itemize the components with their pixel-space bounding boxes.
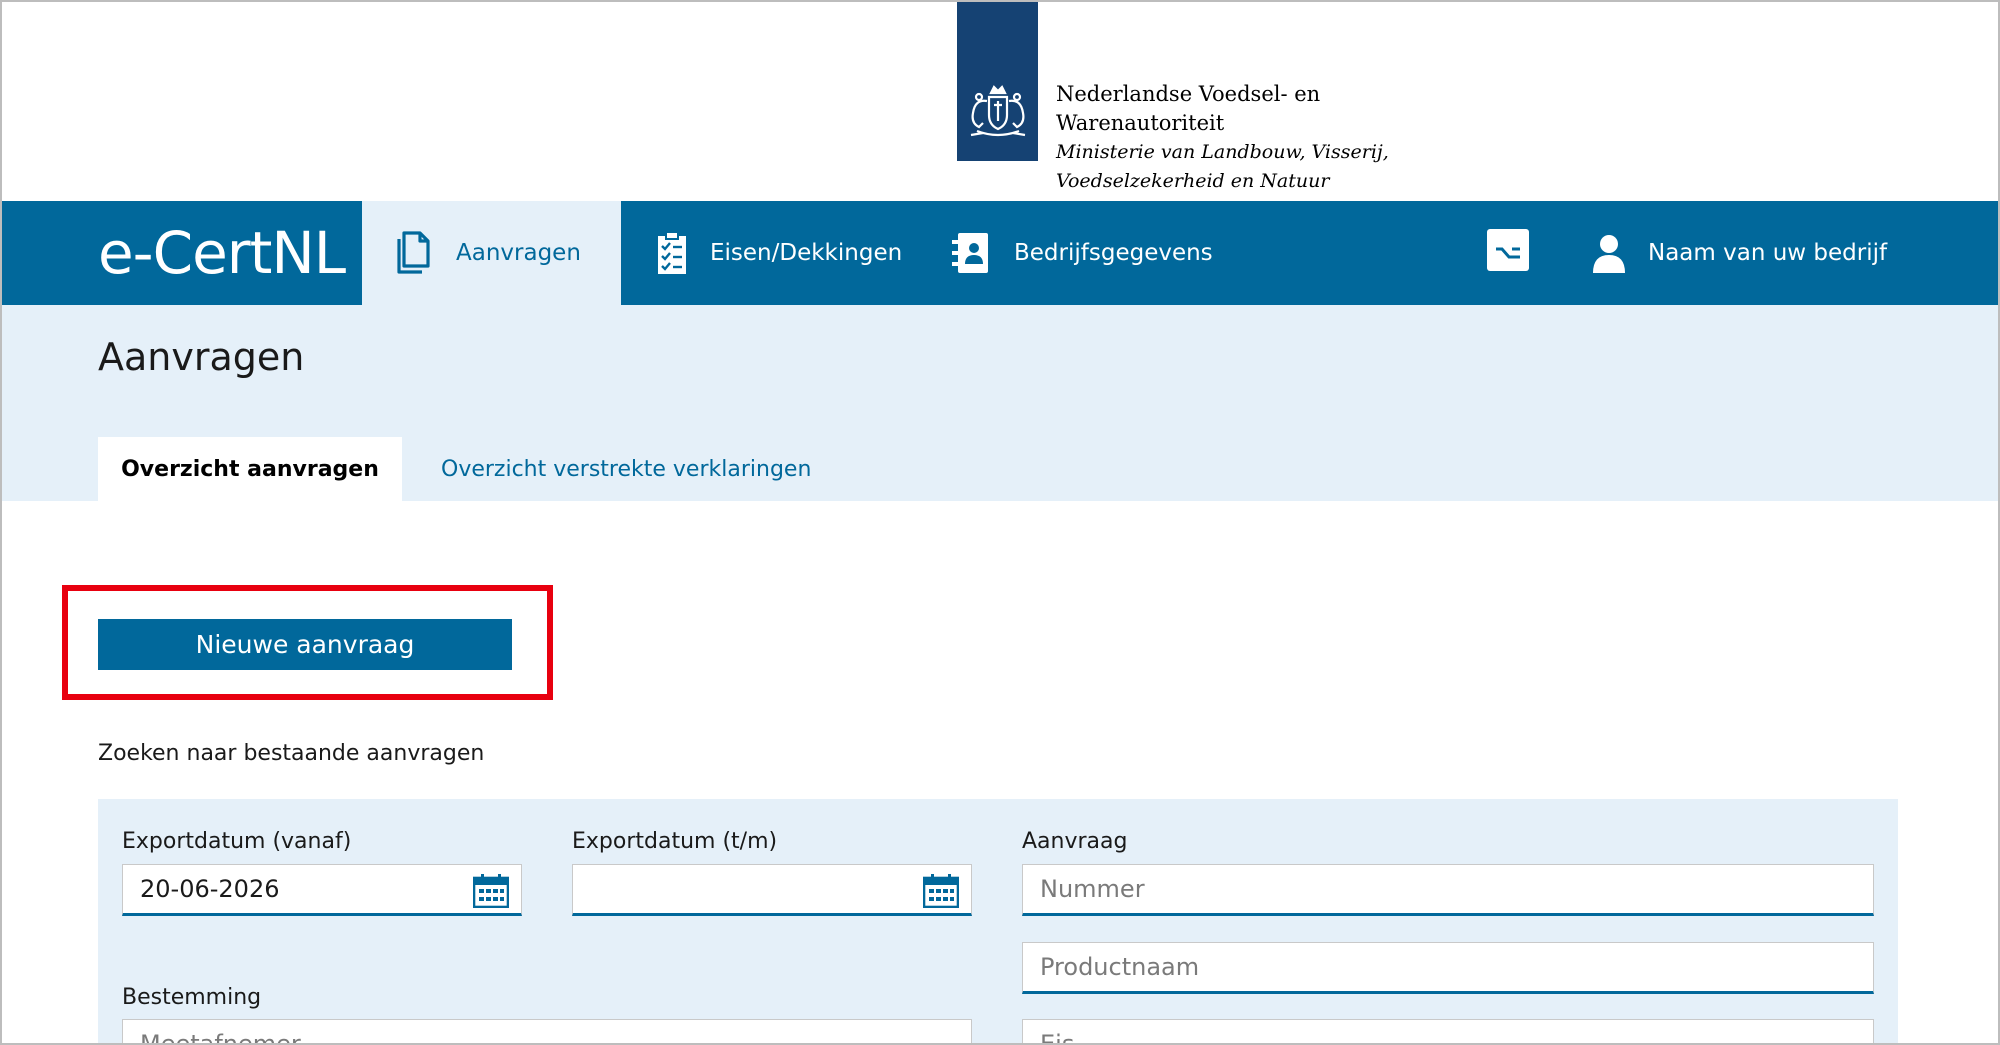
export-to-field[interactable] bbox=[572, 864, 972, 916]
page-header-band: Aanvragen Overzicht aanvragen Overzicht … bbox=[0, 305, 2000, 501]
bestemming-field[interactable] bbox=[122, 1019, 972, 1045]
productnaam-field[interactable] bbox=[1022, 942, 1874, 994]
logo-area: Nederlandse Voedsel- en Warenautoriteit … bbox=[0, 0, 2000, 201]
export-to-label: Exportdatum (t/m) bbox=[572, 829, 778, 854]
option-key-icon bbox=[1487, 229, 1529, 277]
user-name-label: Naam van uw bedrijf bbox=[1648, 240, 1888, 266]
aanvraag-nummer-input[interactable] bbox=[1023, 865, 1873, 913]
documents-icon bbox=[394, 230, 434, 276]
brand-logo[interactable]: e-CertNL bbox=[98, 201, 346, 305]
nav-utility-button[interactable] bbox=[1487, 201, 1529, 305]
nav-item-label: Aanvragen bbox=[456, 240, 581, 266]
contact-book-icon bbox=[950, 230, 992, 276]
export-from-field[interactable] bbox=[122, 864, 522, 916]
export-from-input[interactable] bbox=[123, 865, 521, 913]
bestemming-input[interactable] bbox=[123, 1020, 971, 1045]
nav-item-eisen-dekkingen[interactable]: Eisen/Dekkingen bbox=[656, 201, 902, 305]
calendar-icon[interactable] bbox=[472, 874, 510, 909]
nav-item-bedrijfsgegevens[interactable]: Bedrijfsgegevens bbox=[950, 201, 1213, 305]
eis-field[interactable] bbox=[1022, 1019, 1874, 1045]
nav-item-label: Eisen/Dekkingen bbox=[710, 240, 903, 266]
search-heading: Zoeken naar bestaande aanvragen bbox=[98, 741, 485, 766]
export-from-label: Exportdatum (vanaf) bbox=[122, 829, 352, 854]
logo-line-2: Warenautoriteit bbox=[1056, 111, 1225, 135]
checklist-icon bbox=[656, 230, 688, 276]
tab-overzicht-aanvragen[interactable]: Overzicht aanvragen bbox=[98, 437, 402, 501]
page-title: Aanvragen bbox=[98, 335, 305, 379]
logo-line-4: Voedselzekerheid en Natuur bbox=[1056, 170, 1330, 192]
productnaam-input[interactable] bbox=[1023, 943, 1873, 991]
export-to-input[interactable] bbox=[573, 865, 971, 913]
search-panel: Exportdatum (vanaf) Exportdatum (t/m) bbox=[98, 799, 1898, 1045]
nav-item-aanvragen[interactable]: Aanvragen bbox=[362, 201, 621, 305]
logo-line-1: Nederlandse Voedsel- en bbox=[1056, 82, 1321, 106]
nav-item-label: Bedrijfsgegevens bbox=[1014, 240, 1213, 266]
logo-line-3: Ministerie van Landbouw, Visserij, bbox=[1056, 141, 1389, 163]
aanvraag-label: Aanvraag bbox=[1022, 829, 1128, 854]
bestemming-label: Bestemming bbox=[122, 985, 262, 1010]
tab-overzicht-verstrekte-verklaringen[interactable]: Overzicht verstrekte verklaringen bbox=[441, 437, 811, 501]
nav-user-menu[interactable]: Naam van uw bedrijf bbox=[1592, 201, 1887, 305]
new-request-button[interactable]: Nieuwe aanvraag bbox=[98, 619, 512, 670]
calendar-icon[interactable] bbox=[922, 874, 960, 909]
logo-text: Nederlandse Voedsel- en Warenautoriteit … bbox=[1056, 80, 1389, 196]
rijkswapen-emblem-icon bbox=[970, 85, 1025, 137]
aanvraag-nummer-field[interactable] bbox=[1022, 864, 1874, 916]
eis-input[interactable] bbox=[1023, 1020, 1873, 1045]
user-icon bbox=[1592, 233, 1626, 273]
logo-bar bbox=[957, 0, 1038, 161]
main-navbar: e-CertNL Aanvragen Eisen/Dekkingen Bedri… bbox=[0, 201, 2000, 305]
